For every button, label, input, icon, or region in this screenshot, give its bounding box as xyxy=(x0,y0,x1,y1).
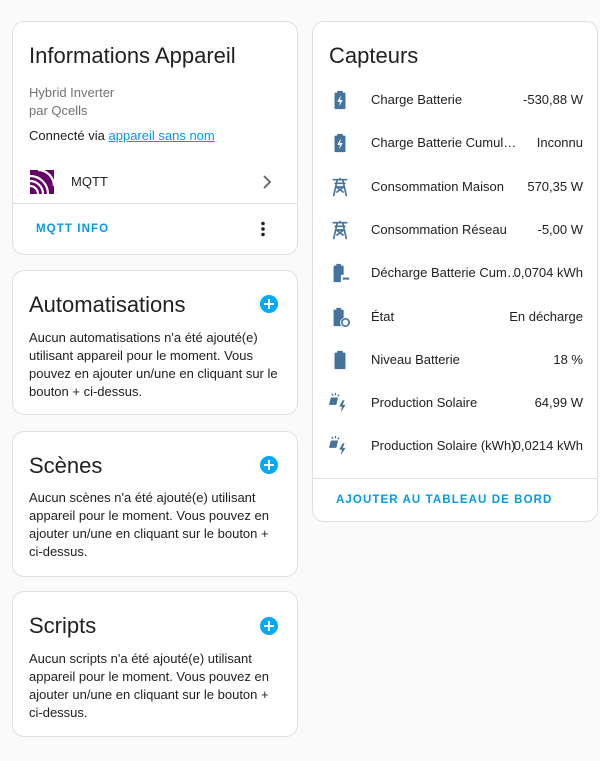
scripts-title: Scripts xyxy=(29,613,97,638)
integration-row-mqtt[interactable]: MQTT xyxy=(13,162,297,202)
sensor-row[interactable]: Charge Batterie -530,88 W xyxy=(313,79,597,122)
sensor-value: 0,0704 kWh xyxy=(513,265,583,281)
integration-name: MQTT xyxy=(71,174,108,189)
sensor-name: Décharge Batterie Cumulée xyxy=(371,265,521,281)
battery-charging-icon xyxy=(329,132,351,154)
sensor-value: 18 % xyxy=(553,351,583,367)
sensor-row[interactable]: Charge Batterie Cumulée (kWh) Inconnu xyxy=(313,122,597,165)
sensor-name: État xyxy=(371,308,395,324)
sensors-card: Capteurs Charge Batterie -530,88 W Charge … xyxy=(312,21,598,522)
automations-empty-text: Aucun automatisations n'a été ajouté(e) … xyxy=(29,330,278,399)
solar-power-icon xyxy=(329,392,351,414)
sensor-row[interactable]: Production Solaire 64,99 W xyxy=(313,382,597,425)
sensor-value: Inconnu xyxy=(536,135,583,151)
add-to-dashboard-button[interactable]: AJOUTER AU TABLEAU DE BORD xyxy=(336,494,552,506)
scenes-empty-text: Aucun scènes n'a été ajouté(e) utilisant… xyxy=(29,490,269,559)
automations-title: Automatisations xyxy=(29,292,186,317)
device-info-title: Informations Appareil xyxy=(29,43,236,68)
automations-card: Automatisations Aucun automatisations n'… xyxy=(12,270,298,415)
transmission-tower-icon xyxy=(329,219,351,241)
scenes-title: Scènes xyxy=(29,453,103,478)
connected-via-label: Connecté via xyxy=(29,128,105,143)
scenes-card: Scènes Aucun scènes n'a été ajouté(e) ut… xyxy=(12,431,298,577)
sensor-value: 570,35 W xyxy=(527,178,583,194)
device-info-card: Informations Appareil Hybrid Inverter pa… xyxy=(12,21,298,255)
sensors-divider xyxy=(313,478,597,479)
more-options-icon[interactable] xyxy=(260,221,266,237)
battery-icon xyxy=(329,349,351,371)
sensor-name: Charge Batterie xyxy=(371,92,463,107)
sensor-name: Niveau Batterie xyxy=(371,351,460,367)
transmission-tower-icon xyxy=(329,176,351,198)
sensor-name: Production Solaire (kWh) xyxy=(371,438,516,454)
chevron-right-icon xyxy=(259,174,275,190)
connected-via: Connecté via appareil sans nom xyxy=(29,128,215,143)
sensors-title: Capteurs xyxy=(329,43,419,68)
sensor-row[interactable]: Consommation Réseau -5,00 W xyxy=(313,209,597,252)
sensor-row[interactable]: Niveau Batterie 18 % xyxy=(313,339,597,382)
battery-charging-icon xyxy=(329,89,351,111)
scripts-empty-text: Aucun scripts n'a été ajouté(e) utilisan… xyxy=(29,651,269,720)
add-automation-button[interactable] xyxy=(260,295,278,313)
sensor-value: -530,88 W xyxy=(523,92,583,107)
sensor-name: Charge Batterie Cumulée (kWh) xyxy=(371,135,521,151)
sensor-row[interactable]: Consommation Maison 570,35 W xyxy=(313,166,597,209)
scripts-card: Scripts Aucun scripts n'a été ajouté(e) … xyxy=(12,591,298,737)
sensor-row[interactable]: État En décharge xyxy=(313,296,597,339)
sensor-name: Consommation Réseau xyxy=(371,221,507,237)
battery-sync-icon xyxy=(329,306,351,328)
sensor-value: -5,00 W xyxy=(537,221,583,237)
connected-device-link[interactable]: appareil sans nom xyxy=(109,128,215,143)
device-info-divider xyxy=(13,203,297,204)
add-scene-button[interactable] xyxy=(260,456,278,474)
sensor-name: Consommation Maison xyxy=(371,178,504,194)
device-manufacturer: par Qcells xyxy=(29,103,88,118)
sensor-name: Production Solaire xyxy=(371,395,478,411)
sensor-row[interactable]: Décharge Batterie Cumulée 0,0704 kWh xyxy=(313,252,597,295)
add-script-button[interactable] xyxy=(260,617,278,635)
sensor-row[interactable]: Production Solaire (kWh) 0,0214 kWh xyxy=(313,425,597,468)
sensor-value: En décharge xyxy=(509,308,583,324)
solar-power-icon xyxy=(329,435,351,457)
battery-minus-icon xyxy=(329,262,351,284)
device-model: Hybrid Inverter xyxy=(29,85,115,100)
mqtt-info-button[interactable]: MQTT INFO xyxy=(36,223,109,235)
sensor-value: 0,0214 kWh xyxy=(513,438,583,454)
sensor-value: 64,99 W xyxy=(534,395,583,411)
mqtt-icon xyxy=(30,170,54,194)
